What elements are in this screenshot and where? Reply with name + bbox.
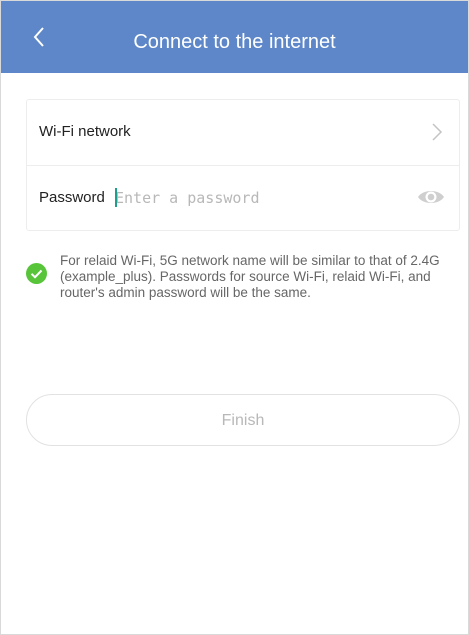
checkmark-circle-icon[interactable] [26,263,47,284]
wifi-network-label: Wi-Fi network [39,123,131,140]
page-title: Connect to the internet [133,31,336,53]
password-input[interactable] [115,189,375,207]
check-glyph [30,269,43,279]
eye-icon[interactable] [417,186,445,208]
finish-button[interactable]: Finish [26,394,460,446]
app-screen: Connect to the internet Wi-Fi network Pa… [0,0,469,635]
password-label: Password [39,189,105,206]
wifi-network-row[interactable]: Wi-Fi network [27,100,459,166]
password-row: Password [27,166,459,231]
text-cursor [115,188,117,207]
info-note-text: For relaid Wi-Fi, 5G network name will b… [60,253,440,300]
chevron-right-icon [432,123,443,141]
header-bar: Connect to the internet [1,1,468,73]
connection-form: Wi-Fi network Password [26,99,460,231]
